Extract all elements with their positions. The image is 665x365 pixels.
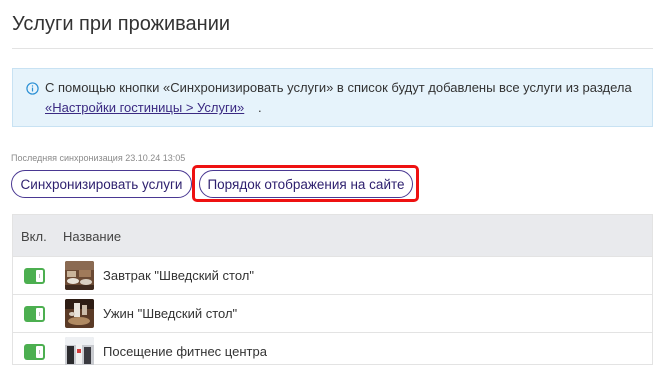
dinner-photo bbox=[65, 299, 94, 328]
info-banner-text: С помощью кнопки «Синхронизировать услуг… bbox=[45, 80, 632, 95]
info-banner: С помощью кнопки «Синхронизировать услуг… bbox=[12, 68, 653, 127]
title-divider bbox=[12, 48, 653, 49]
info-circle-icon bbox=[26, 82, 39, 95]
info-banner-period: . bbox=[258, 100, 262, 115]
service-name: Ужин "Шведский стол" bbox=[103, 306, 238, 321]
services-table: Вкл. Название Завтрак "Шведский стол" Уж… bbox=[12, 214, 653, 365]
column-header-name: Название bbox=[63, 229, 122, 244]
enabled-toggle[interactable] bbox=[24, 306, 45, 322]
table-row: Ужин "Шведский стол" bbox=[13, 294, 652, 332]
table-row: Завтрак "Шведский стол" bbox=[13, 256, 652, 294]
breakfast-photo bbox=[65, 261, 94, 290]
table-header: Вкл. Название bbox=[13, 215, 652, 256]
last-sync-label: Последняя синхронизация 23.10.24 13:05 bbox=[11, 153, 186, 163]
hotel-settings-services-link[interactable]: «Настройки гостиницы > Услуги» bbox=[45, 100, 244, 115]
column-header-enabled: Вкл. bbox=[21, 229, 47, 244]
enabled-toggle[interactable] bbox=[24, 344, 45, 360]
service-name: Завтрак "Шведский стол" bbox=[103, 268, 255, 283]
highlight-frame bbox=[192, 165, 419, 202]
fitness-photo bbox=[65, 337, 94, 365]
sync-services-button[interactable]: Синхронизировать услуги bbox=[11, 170, 192, 198]
table-row: Посещение фитнес центра bbox=[13, 332, 652, 365]
enabled-toggle[interactable] bbox=[24, 268, 45, 284]
service-name: Посещение фитнес центра bbox=[103, 344, 267, 359]
page-title: Услуги при проживании bbox=[12, 13, 231, 35]
